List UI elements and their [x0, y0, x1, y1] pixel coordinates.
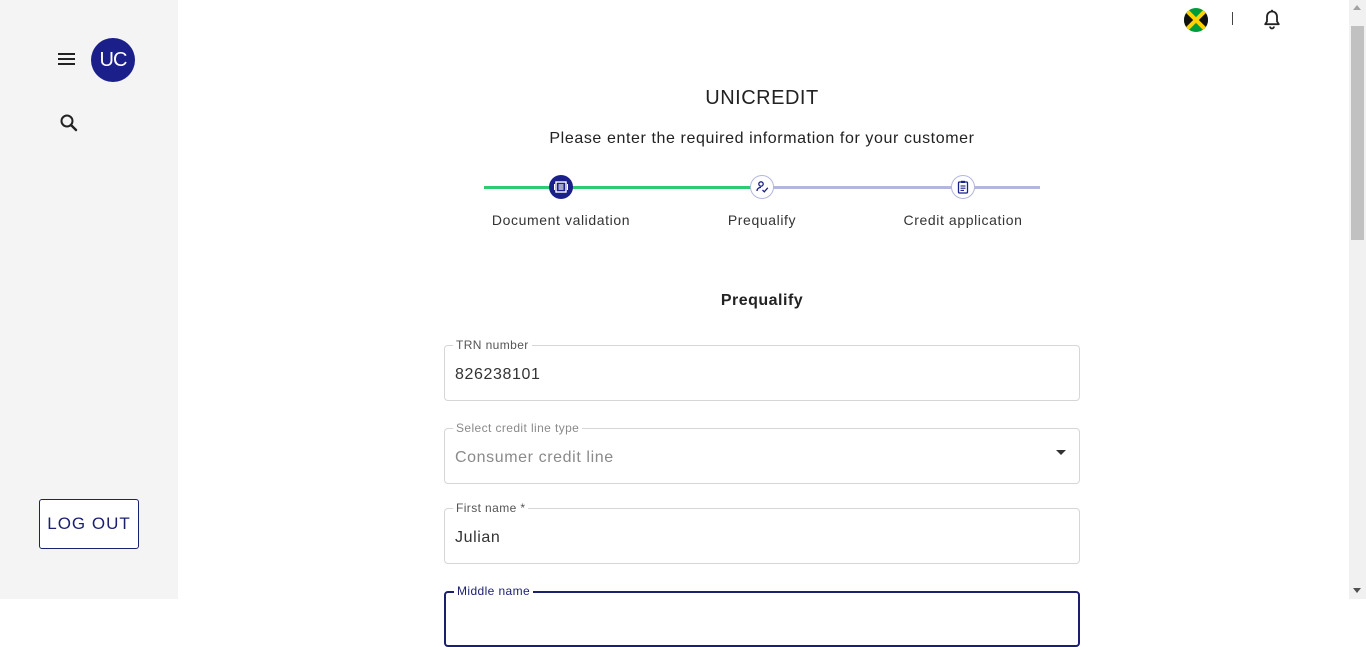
scroll-up-icon[interactable] — [1353, 5, 1361, 10]
first-name-field[interactable]: First name * Julian — [444, 500, 1080, 564]
jamaica-flag-icon[interactable] — [1184, 8, 1208, 32]
step-credit-application-icon[interactable] — [951, 175, 975, 199]
step-prequalify-icon[interactable] — [750, 175, 774, 199]
step-label-prequalify[interactable]: Prequalify — [662, 212, 862, 228]
stepper-progress-done — [484, 186, 762, 189]
credit-line-type-value[interactable]: Consumer credit line — [455, 449, 614, 467]
chevron-down-icon[interactable] — [1056, 450, 1066, 455]
trn-number-label: TRN number — [453, 337, 532, 353]
step-label-credit-application[interactable]: Credit application — [863, 212, 1063, 228]
stepper-progress-pending — [762, 186, 1040, 189]
page-title: UNICREDIT — [705, 87, 819, 109]
trn-number-field[interactable]: TRN number 826238101 — [444, 337, 1080, 401]
step-document-validation-icon[interactable] — [549, 175, 573, 199]
menu-icon[interactable] — [55, 49, 77, 71]
middle-name-field[interactable]: Middle name — [444, 583, 1080, 647]
first-name-value[interactable]: Julian — [455, 529, 500, 547]
step-label-document-validation[interactable]: Document validation — [461, 212, 661, 228]
scroll-down-icon[interactable] — [1353, 588, 1361, 593]
middle-name-label: Middle name — [454, 583, 534, 599]
avatar[interactable]: UC — [91, 38, 135, 82]
logout-button[interactable]: LOG OUT — [39, 499, 139, 549]
section-title: Prequalify — [720, 292, 804, 309]
credit-line-type-select[interactable]: Select credit line type Consumer credit … — [444, 420, 1080, 484]
credit-line-type-label: Select credit line type — [453, 420, 583, 436]
notification-bell-icon[interactable] — [1262, 9, 1282, 31]
first-name-label: First name * — [453, 500, 529, 516]
topbar-divider — [1232, 12, 1233, 25]
page-subtitle: Please enter the required information fo… — [549, 130, 975, 147]
trn-number-value[interactable]: 826238101 — [455, 366, 541, 384]
